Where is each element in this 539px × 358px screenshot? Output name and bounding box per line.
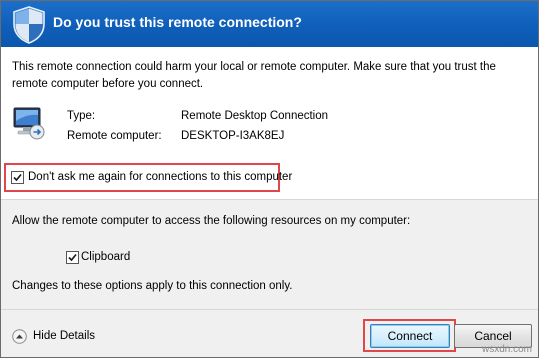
connect-button[interactable]: Connect <box>370 324 450 348</box>
clipboard-checkbox[interactable] <box>66 251 79 264</box>
remote-computer-value: DESKTOP-I3AK8EJ <box>181 130 285 142</box>
title-bar: Do you trust this remote connection? <box>1 1 538 47</box>
dont-ask-checkbox[interactable] <box>11 171 24 184</box>
dont-ask-label[interactable]: Don't ask me again for connections to th… <box>28 171 292 183</box>
remote-connection-dialog: Do you trust this remote connection? Thi… <box>0 0 539 358</box>
warning-text: This remote connection could harm your l… <box>12 61 496 90</box>
watermark: wsxdn.com <box>481 344 532 355</box>
resources-heading: Allow the remote computer to access the … <box>12 215 411 227</box>
hide-details-label: Hide Details <box>33 330 95 342</box>
checkmark-icon <box>13 173 22 182</box>
footer-divider <box>1 309 538 310</box>
changes-note: Changes to these options apply to this c… <box>12 280 293 292</box>
checkmark-icon <box>68 253 77 262</box>
type-value: Remote Desktop Connection <box>181 110 329 122</box>
remote-computer-label: Remote computer: <box>67 130 162 142</box>
shield-icon <box>13 6 45 44</box>
chevron-up-icon <box>12 328 27 344</box>
dialog-title: Do you trust this remote connection? <box>53 14 302 30</box>
hide-details-toggle[interactable]: Hide Details <box>12 327 95 345</box>
type-label: Type: <box>67 110 96 122</box>
details-divider <box>1 199 538 200</box>
remote-desktop-icon <box>13 107 45 140</box>
clipboard-label[interactable]: Clipboard <box>81 251 130 263</box>
